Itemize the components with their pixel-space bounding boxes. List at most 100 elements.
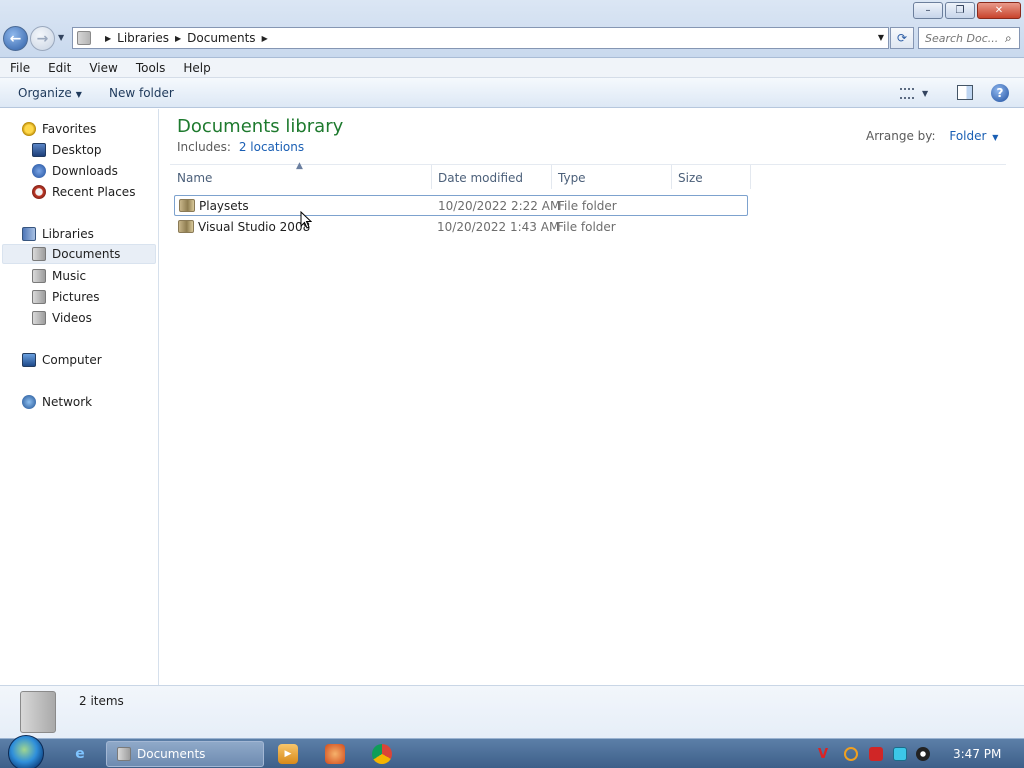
preview-pane-button[interactable] [957, 85, 973, 100]
organize-button[interactable]: Organize ▼ [18, 86, 82, 100]
back-arrow-icon: ← [9, 30, 22, 47]
minimize-button[interactable]: – [913, 2, 943, 19]
taskbar-button-documents[interactable]: Documents [106, 741, 264, 767]
nav-label: Videos [52, 311, 92, 325]
nav-network[interactable]: Network [22, 392, 92, 412]
nav-computer[interactable]: Computer [22, 350, 102, 370]
tray-v-icon[interactable]: V [818, 747, 832, 762]
mouse-cursor-icon [300, 211, 312, 229]
chevron-down-icon[interactable]: ▼ [992, 133, 998, 142]
nav-item-downloads[interactable]: Downloads [32, 161, 118, 181]
views-icon [900, 87, 914, 99]
file-row-playsets[interactable]: Playsets 10/20/2022 2:22 AM File folder [174, 195, 748, 216]
menu-bar: File Edit View Tools Help [0, 58, 1024, 78]
column-header-date-modified[interactable]: Date modified [438, 171, 523, 185]
column-divider[interactable] [671, 165, 672, 189]
search-icon[interactable]: ⌕ [1005, 31, 1012, 46]
nav-item-desktop[interactable]: Desktop [32, 140, 102, 160]
menu-tools[interactable]: Tools [126, 61, 174, 75]
breadcrumb-separator-icon[interactable]: ▶ [262, 34, 268, 43]
includes-label: Includes: [177, 140, 231, 154]
new-folder-button[interactable]: New folder [109, 86, 174, 100]
internet-explorer-icon[interactable]: e [70, 744, 90, 764]
address-bar[interactable]: ▶ Libraries ▶ Documents ▶ ▼ [72, 27, 889, 49]
favorites-star-icon [22, 122, 36, 136]
chevron-down-icon: ▼ [922, 88, 929, 98]
nav-libraries[interactable]: Libraries [22, 224, 94, 244]
window-controls: – ❐ ✕ [913, 2, 1021, 19]
refresh-icon: ⟳ [896, 31, 908, 45]
breadcrumb-separator-icon[interactable]: ▶ [105, 34, 111, 43]
file-type: File folder [558, 198, 617, 213]
locations-link[interactable]: 2 locations [239, 140, 304, 154]
tray-flag-icon[interactable] [869, 747, 883, 761]
arrange-by-dropdown[interactable]: Folder [949, 129, 986, 143]
column-divider[interactable] [551, 165, 552, 189]
menu-view[interactable]: View [79, 61, 125, 75]
change-view-button[interactable]: ▼ [900, 85, 940, 101]
tray-search-icon[interactable] [844, 747, 858, 761]
item-count: 2 items [79, 694, 124, 708]
breadcrumb-separator-icon[interactable]: ▶ [175, 34, 181, 43]
file-row-visual-studio-2008[interactable]: Visual Studio 2008 10/20/2022 1:43 AM Fi… [174, 216, 748, 237]
desktop-icon [32, 143, 46, 157]
forward-button[interactable]: → [30, 26, 55, 51]
file-type: File folder [557, 219, 616, 234]
libraries-icon [22, 227, 36, 241]
menu-edit[interactable]: Edit [38, 61, 79, 75]
nav-label: Network [42, 395, 93, 409]
paint-icon[interactable] [325, 744, 345, 764]
nav-item-recent-places[interactable]: Recent Places [32, 182, 135, 202]
column-header-size[interactable]: Size [678, 171, 703, 185]
breadcrumb-libraries[interactable]: Libraries [117, 31, 169, 45]
library-includes: Includes: 2 locations [177, 140, 304, 154]
nav-label: Documents [52, 247, 121, 261]
nav-label: Favorites [42, 122, 97, 136]
close-button[interactable]: ✕ [977, 2, 1021, 19]
menu-help[interactable]: Help [173, 61, 218, 75]
taskbar: e Documents ▶ V 3:47 PM [0, 735, 1024, 768]
network-icon [22, 395, 36, 409]
tray-display-icon[interactable] [893, 747, 907, 761]
navigation-pane: Favorites Desktop Downloads Recent Place… [0, 109, 159, 685]
music-icon [32, 269, 46, 283]
column-header-type[interactable]: Type [558, 171, 586, 185]
breadcrumb-documents[interactable]: Documents [187, 31, 255, 45]
tray-volume-icon[interactable] [916, 747, 930, 761]
title-bar: – ❐ ✕ ← → ▼ ▶ Libraries ▶ Documents ▶ ▼ … [0, 0, 1024, 58]
nav-item-videos[interactable]: Videos [32, 308, 92, 328]
restore-button[interactable]: ❐ [945, 2, 975, 19]
nav-favorites[interactable]: Favorites [22, 119, 96, 139]
restore-icon: ❐ [955, 4, 965, 16]
library-documents-icon [20, 691, 56, 733]
recent-pages-dropdown-icon[interactable]: ▼ [58, 33, 64, 42]
library-title: Documents library [177, 116, 344, 137]
folder-icon [178, 220, 194, 233]
nav-label: Music [52, 269, 87, 283]
nav-item-pictures[interactable]: Pictures [32, 287, 100, 307]
column-divider[interactable] [431, 165, 432, 189]
menu-file[interactable]: File [0, 61, 38, 75]
nav-item-music[interactable]: Music [32, 266, 86, 286]
search-box[interactable]: ⌕ [918, 27, 1020, 49]
file-name: Playsets [199, 198, 249, 213]
folder-icon [179, 199, 195, 212]
command-bar: Organize ▼ New folder ▼ [0, 78, 1024, 108]
help-icon: ? [996, 86, 1004, 100]
nav-item-documents[interactable]: Documents [2, 244, 156, 264]
column-header-name[interactable]: Name [177, 171, 212, 185]
chrome-icon[interactable] [372, 744, 392, 764]
file-list-pane: Documents library Includes: 2 locations … [160, 109, 1024, 685]
documents-icon [117, 747, 131, 761]
help-button[interactable]: ? [991, 84, 1009, 102]
address-dropdown-icon[interactable]: ▼ [878, 33, 884, 42]
taskbar-clock[interactable]: 3:47 PM [953, 747, 1001, 761]
search-input[interactable] [925, 31, 1003, 45]
start-button[interactable] [8, 735, 44, 768]
back-button[interactable]: ← [3, 26, 28, 51]
file-name: Visual Studio 2008 [198, 219, 311, 234]
media-player-icon[interactable]: ▶ [278, 744, 298, 764]
downloads-icon [32, 164, 46, 178]
refresh-button[interactable]: ⟳ [890, 27, 914, 49]
column-divider[interactable] [750, 165, 751, 189]
